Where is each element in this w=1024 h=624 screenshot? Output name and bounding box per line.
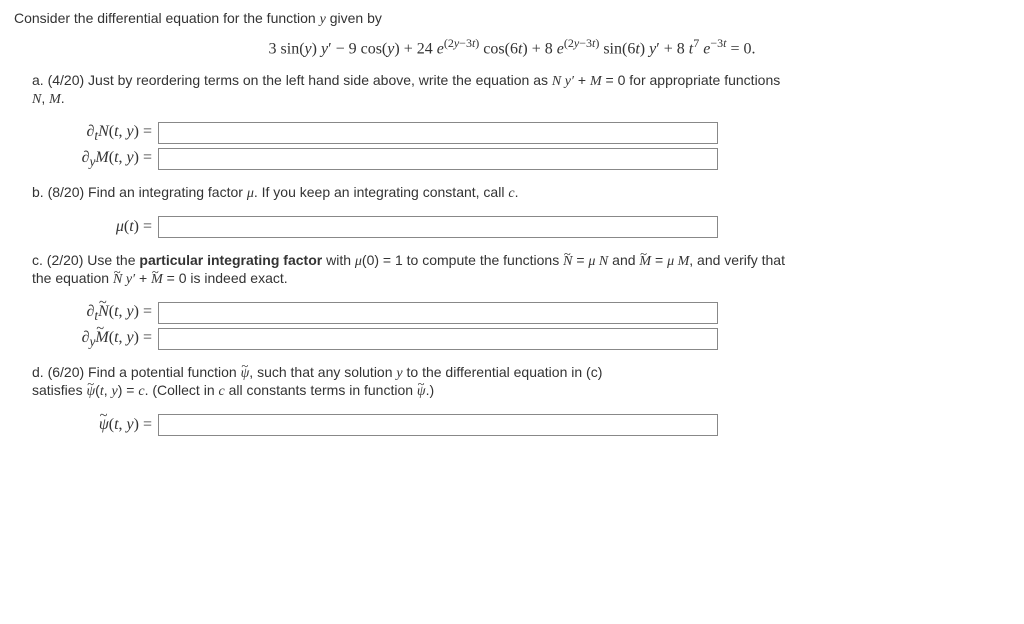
part-d-label: d. — [32, 364, 44, 380]
part-b-label: b. — [32, 184, 44, 200]
part-d-points: (6/20) — [48, 364, 85, 380]
part-c-lhs-1: ∂tN(t, y) = — [32, 303, 158, 324]
part-c: c. (2/20) Use the particular integrating… — [32, 252, 1010, 350]
part-a-lhs-1: ∂tN(t, y) = — [32, 123, 158, 144]
part-c-input-2[interactable] — [158, 328, 718, 350]
main-equation: 3 sin(y) y′ − 9 cos(y) + 24 e(2y−3t) cos… — [14, 36, 1010, 58]
part-d-lhs-1: ψ(t, y) = — [32, 416, 158, 434]
part-a-label: a. — [32, 72, 44, 88]
part-a-points: (4/20) — [48, 72, 85, 88]
part-c-input-1[interactable] — [158, 302, 718, 324]
part-a: a. (4/20) Just by reordering terms on th… — [32, 72, 1010, 170]
part-d: d. (6/20) Find a potential function ψ, s… — [32, 364, 1010, 436]
part-b: b. (8/20) Find an integrating factor μ. … — [32, 184, 1010, 238]
part-d-row-1: ψ(t, y) = — [32, 414, 1010, 436]
intro-text: Consider the differential equation for t… — [14, 10, 1010, 28]
part-b-input-1[interactable] — [158, 216, 718, 238]
part-a-input-1[interactable] — [158, 122, 718, 144]
part-c-lhs-2: ∂yM(t, y) = — [32, 329, 158, 350]
part-a-input-2[interactable] — [158, 148, 718, 170]
part-b-lhs-1: μ(t) = — [32, 218, 158, 236]
part-c-row-1: ∂tN(t, y) = — [32, 302, 1010, 324]
part-c-label: c. — [32, 252, 43, 268]
part-c-text-bold: particular integrating factor — [139, 252, 322, 268]
part-a-lhs-2: ∂yM(t, y) = — [32, 149, 158, 170]
part-c-row-2: ∂yM(t, y) = — [32, 328, 1010, 350]
part-a-row-1: ∂tN(t, y) = — [32, 122, 1010, 144]
part-b-row-1: μ(t) = — [32, 216, 1010, 238]
part-a-row-2: ∂yM(t, y) = — [32, 148, 1010, 170]
part-d-input-1[interactable] — [158, 414, 718, 436]
part-b-points: (8/20) — [48, 184, 85, 200]
part-c-points: (2/20) — [47, 252, 84, 268]
